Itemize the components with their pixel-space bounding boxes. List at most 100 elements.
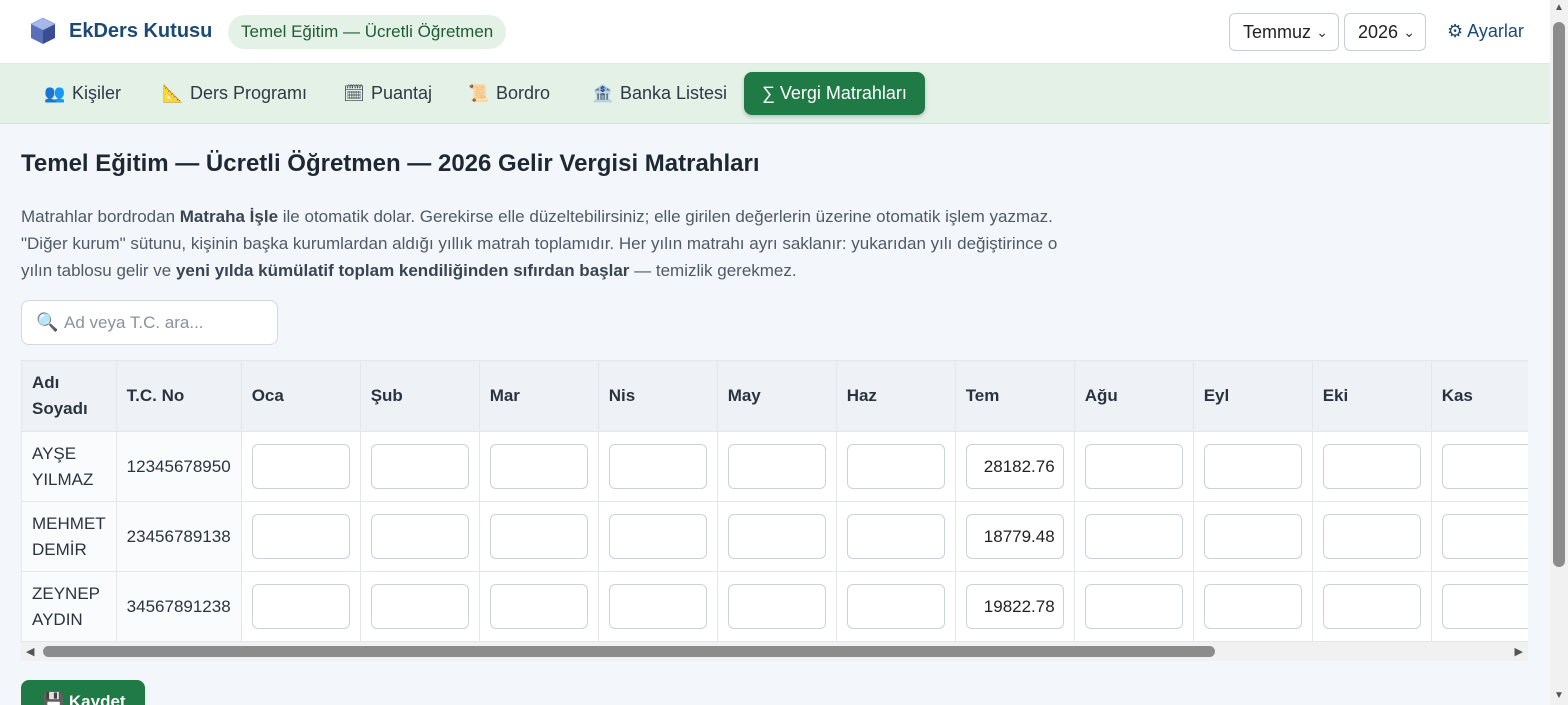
column-header-month: Şub <box>359 360 480 432</box>
month-value-input[interactable] <box>1441 444 1528 489</box>
desc-part: Matrahlar bordrodan <box>21 207 180 226</box>
tab-puantaj[interactable]: 🗓 Puantaj <box>343 72 432 115</box>
people-icon: 👥 <box>44 84 66 103</box>
month-value-input[interactable] <box>251 444 350 489</box>
month-cell <box>1311 571 1432 642</box>
tab-label: Ders Programı <box>190 83 308 103</box>
scroll-down-arrow-icon[interactable]: ▼ <box>1554 690 1564 701</box>
column-header-month: Haz <box>835 360 956 432</box>
month-value-input[interactable] <box>608 514 707 559</box>
scroll-icon: 📜 <box>468 84 490 103</box>
scroll-right-arrow-icon[interactable]: ▶ <box>1515 645 1523 658</box>
app-title: EkDers Kutusu <box>69 20 213 42</box>
month-value-input[interactable] <box>965 444 1064 489</box>
month-cell <box>954 501 1075 572</box>
tab-bordro[interactable]: 📜 Bordro <box>468 72 550 115</box>
ruler-triangle-icon: 📐 <box>162 84 184 103</box>
month-value-input[interactable] <box>489 584 588 629</box>
month-cell <box>240 501 361 572</box>
desc-part: — temizlik gerekmez. <box>629 261 797 280</box>
horizontal-scrollbar[interactable]: ◀ ▶ <box>21 642 1528 661</box>
column-header-month: Ağu <box>1073 360 1194 432</box>
month-cell <box>716 501 837 572</box>
month-value-input[interactable] <box>1322 444 1421 489</box>
vertical-scrollbar[interactable]: ▲ ▼ <box>1550 0 1568 705</box>
month-value-input[interactable] <box>846 584 945 629</box>
month-value-input[interactable] <box>1084 444 1183 489</box>
year-select-value: 2026 <box>1358 22 1399 42</box>
year-select[interactable]: 2026 ⌄ <box>1344 13 1426 51</box>
month-cell <box>359 431 480 502</box>
month-value-input[interactable] <box>965 584 1064 629</box>
month-value-input[interactable] <box>608 584 707 629</box>
scroll-up-arrow-icon[interactable]: ▲ <box>1554 2 1564 13</box>
month-cell <box>1073 571 1194 642</box>
vertical-scroll-thumb[interactable] <box>1553 22 1565 567</box>
first-name: MEHMET <box>32 513 106 533</box>
month-cell <box>1430 431 1528 502</box>
first-name: ZEYNEP <box>32 583 101 603</box>
month-value-input[interactable] <box>1084 584 1183 629</box>
month-cell <box>1430 571 1528 642</box>
month-select-value: Temmuz <box>1243 22 1312 42</box>
scroll-left-arrow-icon[interactable]: ◀ <box>26 645 34 658</box>
month-value-input[interactable] <box>608 444 707 489</box>
month-value-input[interactable] <box>489 444 588 489</box>
month-value-input[interactable] <box>1322 584 1421 629</box>
horizontal-scroll-thumb[interactable] <box>43 646 1215 657</box>
save-button-label: Kaydet <box>68 692 126 705</box>
table-row: MEHMET DEMİR 23456789138 <box>21 501 1528 572</box>
settings-link[interactable]: ⚙ Ayarlar <box>1447 21 1524 42</box>
month-cell <box>597 571 718 642</box>
month-cell <box>597 431 718 502</box>
search-input[interactable] <box>64 309 264 337</box>
month-value-input[interactable] <box>1203 444 1302 489</box>
month-value-input[interactable] <box>251 584 350 629</box>
tc-number-cell: 23456789138 <box>115 501 242 572</box>
month-value-input[interactable] <box>846 444 945 489</box>
column-header-month: May <box>716 360 837 432</box>
table-header-row: Adı Soyadı T.C. No Oca Şub Mar Nis May H… <box>21 360 1528 432</box>
month-value-input[interactable] <box>489 514 588 559</box>
table-row: ZEYNEP AYDIN 34567891238 <box>21 571 1528 642</box>
month-cell <box>835 571 956 642</box>
month-value-input[interactable] <box>1203 584 1302 629</box>
table-row: AYŞE YILMAZ 12345678950 <box>21 431 1528 502</box>
save-button[interactable]: 💾 Kaydet <box>21 680 145 705</box>
month-cell <box>1311 431 1432 502</box>
chevron-down-icon: ⌄ <box>1403 24 1415 40</box>
column-header-month: Mar <box>478 360 599 432</box>
month-cell <box>1192 431 1313 502</box>
month-cell <box>716 571 837 642</box>
month-value-input[interactable] <box>846 514 945 559</box>
month-value-input[interactable] <box>1322 514 1421 559</box>
person-name-cell: MEHMET DEMİR <box>21 501 117 572</box>
month-cell <box>1073 501 1194 572</box>
last-name: AYDIN <box>32 609 83 629</box>
month-value-input[interactable] <box>1441 584 1528 629</box>
month-value-input[interactable] <box>370 444 469 489</box>
column-header-month: Tem <box>954 360 1075 432</box>
tab-label: Banka Listesi <box>620 83 728 103</box>
month-value-input[interactable] <box>965 514 1064 559</box>
month-value-input[interactable] <box>727 514 826 559</box>
month-value-input[interactable] <box>1203 514 1302 559</box>
column-header-month: Eki <box>1311 360 1432 432</box>
month-value-input[interactable] <box>370 584 469 629</box>
month-value-input[interactable] <box>370 514 469 559</box>
month-value-input[interactable] <box>1441 514 1528 559</box>
month-cell <box>1073 431 1194 502</box>
tab-kisiler[interactable]: 👥 Kişiler <box>44 72 121 115</box>
month-select[interactable]: Temmuz ⌄ <box>1229 13 1339 51</box>
tab-ders-programi[interactable]: 📐 Ders Programı <box>162 72 307 115</box>
tab-banka-listesi[interactable]: 🏦 Banka Listesi <box>592 72 727 115</box>
month-value-input[interactable] <box>251 514 350 559</box>
month-value-input[interactable] <box>1084 514 1183 559</box>
last-name: YILMAZ <box>32 469 94 489</box>
month-cell <box>1192 571 1313 642</box>
tab-vergi-matrahlari[interactable]: ∑ Vergi Matrahları <box>744 72 925 115</box>
column-header-month: Kas <box>1430 360 1528 432</box>
month-value-input[interactable] <box>727 584 826 629</box>
search-icon: 🔍 <box>36 312 59 332</box>
month-value-input[interactable] <box>727 444 826 489</box>
